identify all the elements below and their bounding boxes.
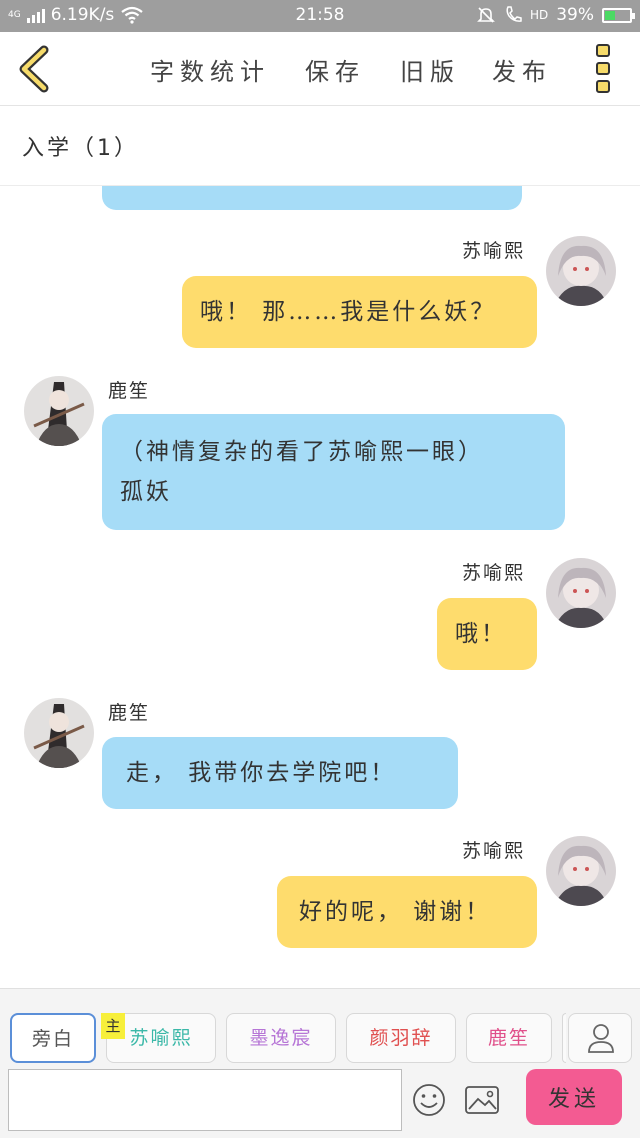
status-bar: 4G 6.19K/s 21:58 HD 39% [0,0,640,32]
send-button[interactable]: 发送 [526,1069,622,1125]
hd-label: HD [529,8,549,22]
role-yan-yuci[interactable]: 颜羽辞 [346,1013,456,1063]
message-bubble-partial[interactable] [102,186,522,210]
speaker-name: 鹿笙 [108,380,151,402]
add-role-button[interactable] [568,1013,632,1063]
message-bubble[interactable]: 好的呢， 谢谢！ [277,876,537,948]
person-icon [588,1024,614,1053]
mute-bell-icon [477,7,495,23]
message-text-line: 孤妖 [120,479,172,505]
message-text-line: （神情复杂的看了苏喻熙一眼） [120,439,484,465]
message-bubble[interactable]: 哦！ 那……我是什么妖？ [182,276,537,348]
chapter-title[interactable]: 入学（1） [22,130,139,162]
compose-bar: 旁白 苏喻熙 主 墨逸宸 颜羽辞 鹿笙 发送 [0,988,640,1138]
avatar-su-yuxi[interactable] [546,558,616,628]
back-arrow-icon[interactable] [14,44,54,94]
publish-button[interactable]: 发布 [492,52,552,87]
speaker-name: 苏喻熙 [462,840,526,862]
role-mo-yichen[interactable]: 墨逸宸 [226,1013,336,1063]
message-bubble[interactable]: 走， 我带你去学院吧！ [102,737,458,809]
save-button[interactable]: 保存 [305,52,365,87]
speaker-name: 苏喻熙 [462,240,526,262]
avatar-su-yuxi[interactable] [546,836,616,906]
call-icon [506,6,522,22]
battery-icon [602,7,635,23]
message-bubble[interactable]: （神情复杂的看了苏喻熙一眼） 孤妖 [102,414,565,530]
avatar-lu-sheng[interactable] [24,376,94,446]
avatar-lu-sheng[interactable] [24,698,94,768]
role-lu-sheng[interactable]: 鹿笙 [466,1013,552,1063]
avatar-su-yuxi[interactable] [546,236,616,306]
role-narrator[interactable]: 旁白 [10,1013,96,1063]
role-overflow-edge [562,1013,566,1063]
top-toolbar: 字数统计 保存 旧版 发布 [0,32,640,106]
battery-percent: 39% [556,5,594,25]
emoji-icon[interactable] [412,1083,446,1117]
speaker-name: 鹿笙 [108,702,151,724]
speaker-name: 苏喻熙 [462,562,526,584]
word-count-button[interactable]: 字数统计 [150,52,270,87]
message-input[interactable] [8,1069,402,1131]
more-menu-icon[interactable] [596,44,614,96]
old-version-button[interactable]: 旧版 [400,52,460,87]
image-icon[interactable] [464,1085,500,1115]
chat-area[interactable]: 苏喻熙 哦！ 那……我是什么妖？ 鹿笙 （神情复杂的看了苏喻熙一眼） 孤妖 苏喻… [0,186,640,986]
message-bubble[interactable]: 哦！ [437,598,537,670]
chapter-header: 入学（1） [0,106,640,186]
master-role-badge: 主 [101,1013,125,1039]
